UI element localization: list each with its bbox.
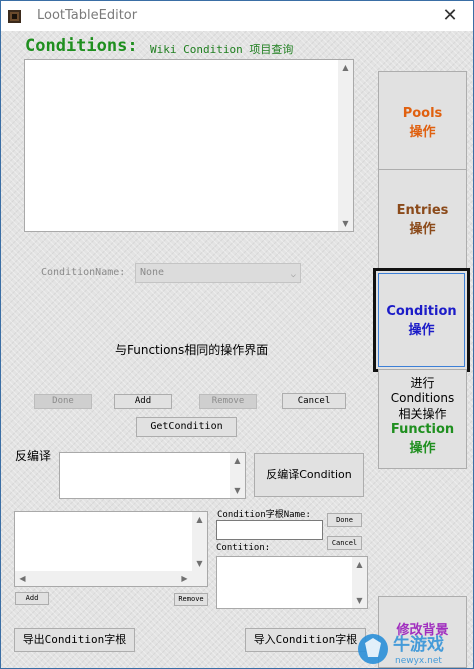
decompile-label: 反编译 — [15, 449, 52, 463]
remove-button[interactable]: Remove — [199, 394, 257, 409]
condition-action-label: 操作 — [408, 323, 435, 338]
client-area: Conditions: Wiki Condition 项目查询 ▲ ▼ Cond… — [1, 31, 473, 668]
scroll-corner — [192, 571, 207, 586]
wiki-link[interactable]: Wiki Condition 项目查询 — [150, 41, 293, 57]
sidebar-pools-button[interactable]: Pools 操作 — [378, 71, 467, 173]
sidebar-entries-button[interactable]: Entries 操作 — [378, 169, 467, 269]
condition-name-select[interactable]: None ⌵ — [135, 263, 301, 283]
add-button[interactable]: Add — [114, 394, 172, 409]
vertical-scrollbar[interactable]: ▲ ▼ — [192, 512, 207, 571]
scroll-down-icon[interactable]: ▼ — [338, 216, 353, 231]
app-icon — [8, 10, 21, 23]
scroll-up-icon[interactable]: ▲ — [338, 60, 353, 75]
svg-text:newyx.net: newyx.net — [395, 656, 442, 666]
conditions-textarea[interactable]: ▲ ▼ — [24, 59, 354, 232]
pools-label: Pools — [402, 106, 443, 121]
decompile-textarea[interactable]: ▲ ▼ — [59, 452, 246, 499]
vertical-scrollbar[interactable]: ▲ ▼ — [230, 453, 245, 498]
same-as-functions-notice: 与Functions相同的操作界面 — [115, 343, 269, 357]
watermark-logo: 牛游戏 newyx.net — [358, 634, 444, 666]
page-title: Conditions: — [25, 36, 138, 56]
pools-action-label: 操作 — [409, 125, 436, 140]
chevron-down-icon: ⌵ — [290, 270, 296, 280]
scroll-left-icon[interactable]: ◀ — [15, 571, 30, 586]
function-label: Function — [390, 422, 455, 437]
get-condition-button[interactable]: GetCondition — [136, 417, 237, 437]
scroll-right-icon[interactable]: ▶ — [177, 571, 192, 586]
condition-text-area[interactable]: ▲ ▼ — [216, 556, 368, 609]
scroll-up-icon[interactable]: ▲ — [230, 453, 245, 468]
scroll-down-icon[interactable]: ▼ — [192, 556, 207, 571]
sidebar-condition-button[interactable]: Condition 操作 — [373, 268, 470, 372]
done-button[interactable]: Done — [34, 394, 92, 409]
function-action-label: 操作 — [409, 441, 436, 456]
scroll-down-icon[interactable]: ▼ — [352, 593, 367, 608]
decompile-condition-button[interactable]: 反编译Condition — [254, 453, 364, 497]
condition-text-label: Contition: — [216, 543, 271, 553]
sidebar-function-button[interactable]: 进行Conditions 相关操作 Function 操作 — [378, 369, 467, 469]
condition-label: Condition — [386, 304, 457, 319]
scroll-up-icon[interactable]: ▲ — [352, 557, 367, 572]
function-note-line2: 相关操作 — [398, 407, 447, 421]
scroll-down-icon[interactable]: ▼ — [230, 483, 245, 498]
title-bar[interactable]: LootTableEditor ✕ — [1, 1, 473, 31]
entries-action-label: 操作 — [409, 222, 436, 237]
root-list[interactable]: ▲ ▼ ◀ ▶ — [14, 511, 208, 587]
condition-name-value: None — [140, 267, 165, 278]
cancel-button[interactable]: Cancel — [282, 393, 346, 409]
entries-label: Entries — [396, 203, 449, 218]
list-remove-button[interactable]: Remove — [174, 593, 208, 606]
svg-text:牛游戏: 牛游戏 — [393, 634, 444, 655]
horizontal-scrollbar[interactable]: ◀ ▶ — [15, 571, 192, 586]
list-add-button[interactable]: Add — [15, 592, 49, 605]
small-done-button[interactable]: Done — [327, 513, 362, 527]
condition-name-label: ConditionName: — [41, 267, 126, 278]
function-note-line1: 进行Conditions — [390, 376, 455, 405]
close-button[interactable]: ✕ — [427, 1, 473, 31]
close-icon: ✕ — [442, 5, 458, 26]
app-window: LootTableEditor ✕ Conditions: Wiki Condi… — [0, 0, 474, 669]
import-root-button[interactable]: 导入Condition字根 — [245, 628, 366, 652]
export-root-button[interactable]: 导出Condition字根 — [14, 628, 135, 652]
vertical-scrollbar[interactable]: ▲ ▼ — [352, 557, 367, 608]
window-title: LootTableEditor — [37, 8, 138, 23]
small-cancel-button[interactable]: Cancel — [327, 536, 362, 550]
root-name-label: Condition字根Name: — [217, 510, 311, 520]
scroll-up-icon[interactable]: ▲ — [192, 512, 207, 527]
root-name-input[interactable] — [216, 520, 323, 540]
vertical-scrollbar[interactable]: ▲ ▼ — [338, 60, 353, 231]
